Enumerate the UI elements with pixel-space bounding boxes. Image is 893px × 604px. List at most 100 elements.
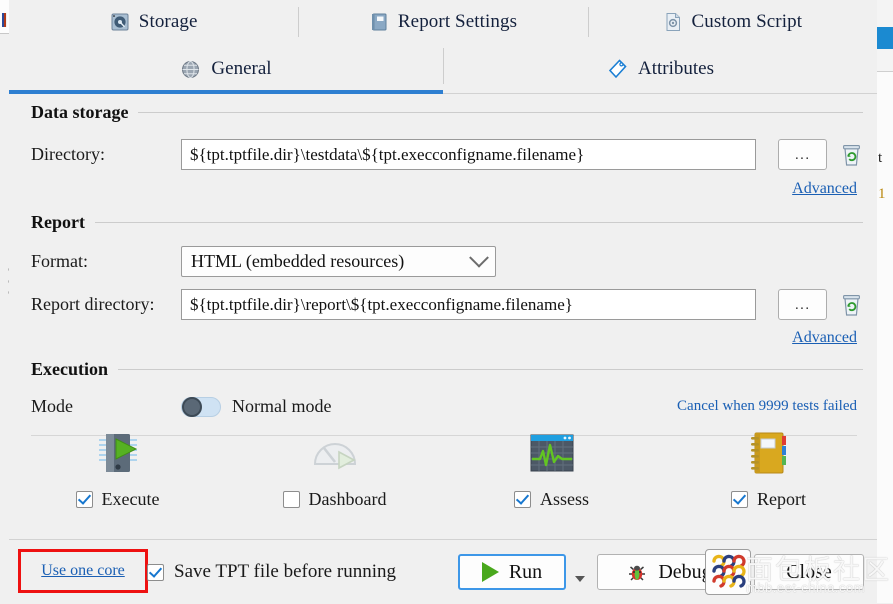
recycle-bin-icon[interactable] [841, 293, 862, 317]
dashboard-checkbox-row[interactable]: Dashboard [282, 489, 387, 510]
mode-value-label: Normal mode [232, 396, 332, 416]
assess-checkbox[interactable] [513, 491, 531, 508]
report-group: Report Format: HTML (embedded resources)… [9, 212, 877, 347]
run-dropdown-caret-icon[interactable] [575, 576, 585, 582]
execution-group: Execution Mode Normal mode Cancel when 9… [9, 359, 877, 436]
action-dashboard[interactable]: Dashboard [226, 426, 443, 526]
debug-button[interactable]: Debug [597, 554, 741, 590]
dashboard-icon [306, 426, 364, 478]
assess-label: Assess [539, 489, 589, 509]
mode-toggle[interactable] [181, 396, 221, 417]
play-icon [481, 562, 499, 582]
background-window-right-edge: t 1 [876, 0, 893, 603]
format-select[interactable]: HTML (embedded resources) [181, 246, 496, 277]
execution-heading: Execution [9, 359, 877, 380]
run-button[interactable]: Run [458, 554, 566, 590]
report-directory-input[interactable]: ${tpt.tptfile.dir}\report\${tpt.execconf… [181, 289, 756, 320]
directory-browse-button[interactable]: ... [778, 139, 827, 170]
group-rule [138, 112, 863, 113]
directory-label: Directory: [31, 144, 105, 164]
general-settings-panel: Data storage Directory: ${tpt.tptfile.di… [9, 94, 877, 539]
use-one-core-link[interactable]: Use one core [41, 562, 125, 580]
report-icon [742, 426, 796, 478]
report-advanced-link[interactable]: Advanced [792, 329, 857, 347]
execute-label: Execute [101, 489, 160, 509]
format-select-value: HTML (embedded resources) [191, 251, 405, 271]
data-storage-group: Data storage Directory: ${tpt.tptfile.di… [9, 102, 877, 198]
execute-checkbox-row[interactable]: Execute [75, 489, 160, 510]
report-directory-label: Report directory: [31, 294, 155, 314]
assess-checkbox-row[interactable]: Assess [513, 489, 589, 510]
dialog-footer: Use one core Save TPT file before runnin… [9, 539, 877, 604]
execute-icon [89, 426, 147, 478]
data-storage-advanced-row: Advanced [9, 180, 877, 198]
background-band-rule [877, 71, 893, 72]
use-one-core-highlight: Use one core [18, 549, 148, 593]
save-tpt-label: Save TPT file before running [174, 561, 396, 582]
mode-row: Mode Normal mode Cancel when 9999 tests … [9, 396, 877, 417]
globe-icon [180, 59, 201, 80]
report-heading: Report [9, 212, 877, 233]
report-checkbox[interactable] [731, 491, 748, 508]
save-tpt-checkbox[interactable] [147, 563, 164, 581]
save-tpt-checkbox-row[interactable]: Save TPT file before running [147, 561, 396, 583]
background-band-top [877, 0, 893, 28]
chevron-down-icon [469, 247, 489, 268]
directory-input[interactable]: ${tpt.tptfile.dir}\testdata\${tpt.execco… [181, 139, 756, 170]
data-storage-title: Data storage [31, 102, 129, 122]
report-checkbox-row[interactable]: Report [731, 489, 806, 510]
data-storage-advanced-link[interactable]: Advanced [792, 180, 857, 198]
sub-tab-bar: General Attributes [9, 44, 877, 94]
exec-config-dialog: Storage Report Settings Custom Script Ge… [7, 0, 889, 604]
tab-general[interactable]: General [9, 44, 443, 94]
run-button-label: Run [508, 560, 543, 583]
assess-icon [525, 426, 579, 478]
background-text-sliver-b: 1 [878, 186, 886, 202]
tab-general-label: General [211, 58, 272, 79]
action-assess[interactable]: Assess [443, 426, 660, 526]
bug-icon [626, 561, 648, 583]
report-directory-browse-button[interactable]: ... [778, 289, 827, 320]
background-icon-sliver [2, 13, 7, 27]
tab-storage[interactable]: Storage [9, 0, 298, 44]
mode-toggle-knob [182, 396, 202, 417]
data-storage-heading: Data storage [9, 102, 877, 123]
dashboard-checkbox[interactable] [282, 491, 300, 508]
close-button[interactable]: Close [754, 554, 864, 590]
recycle-bin-icon[interactable] [841, 143, 862, 167]
debug-button-label: Debug [658, 560, 712, 583]
dashboard-label: Dashboard [308, 489, 387, 509]
directory-row: Directory: ${tpt.tptfile.dir}\testdata\$… [9, 139, 877, 170]
script-gear-icon [663, 12, 683, 32]
mode-label: Mode [31, 396, 73, 416]
format-row: Format: HTML (embedded resources) [9, 246, 877, 277]
execution-actions-row: Execute Dashboard Assess Report [9, 426, 877, 526]
notebook-icon [369, 12, 389, 32]
report-label: Report [757, 489, 806, 509]
tab-report-settings-label: Report Settings [397, 11, 518, 32]
tab-report-settings[interactable]: Report Settings [298, 0, 587, 44]
execute-checkbox[interactable] [75, 491, 93, 508]
cancel-when-tests-failed-link[interactable]: Cancel when 9999 tests failed [677, 398, 857, 415]
hard-drive-icon [110, 12, 130, 32]
tab-custom-script-label: Custom Script [691, 11, 803, 32]
execution-title: Execution [31, 359, 109, 379]
tab-custom-script[interactable]: Custom Script [587, 0, 877, 44]
background-band-accent [877, 27, 893, 49]
format-label: Format: [31, 251, 88, 271]
tab-storage-label: Storage [138, 11, 198, 32]
group-rule [118, 369, 863, 370]
tab-attributes-label: Attributes [638, 58, 714, 79]
report-directory-row: Report directory: ${tpt.tptfile.dir}\rep… [9, 289, 877, 320]
action-execute[interactable]: Execute [9, 426, 226, 526]
background-band-light [877, 49, 893, 71]
action-report[interactable]: Report [660, 426, 877, 526]
report-advanced-row: Advanced [9, 329, 877, 347]
top-tab-bar: Storage Report Settings Custom Script [9, 0, 877, 45]
close-button-label: Close [786, 560, 832, 583]
tag-icon [606, 58, 628, 80]
background-text-sliver-a: t [878, 150, 883, 166]
tab-attributes[interactable]: Attributes [443, 44, 877, 94]
group-rule [94, 222, 863, 223]
report-title: Report [31, 212, 85, 232]
